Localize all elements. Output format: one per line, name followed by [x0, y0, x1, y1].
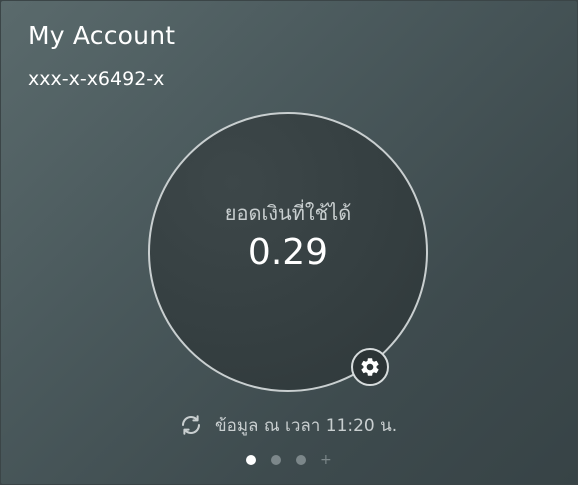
- balance-value: 0.29: [247, 232, 329, 273]
- balance-label: ยอดเงินที่ใช้ได้: [224, 201, 352, 225]
- account-number: xxx-x-x6492-x: [28, 68, 165, 90]
- add-page-icon[interactable]: +: [320, 453, 332, 467]
- account-card: My Account xxx-x-x6492-x ยอดเงินที่ใช้ได…: [1, 1, 577, 484]
- gear-icon: [359, 356, 381, 378]
- page-dot-1[interactable]: [246, 455, 256, 465]
- page-dot-3[interactable]: [296, 455, 306, 465]
- last-updated-text: ข้อมูล ณ เวลา 11:20 น.: [215, 415, 398, 436]
- page-indicator: +: [246, 453, 332, 467]
- page-dot-2[interactable]: [271, 455, 281, 465]
- refresh-icon[interactable]: [179, 413, 203, 437]
- balance-circle[interactable]: ยอดเงินที่ใช้ได้ 0.29: [148, 112, 428, 392]
- account-title: My Account: [28, 21, 176, 50]
- settings-button[interactable]: [351, 348, 389, 386]
- last-updated: ข้อมูล ณ เวลา 11:20 น.: [179, 412, 397, 438]
